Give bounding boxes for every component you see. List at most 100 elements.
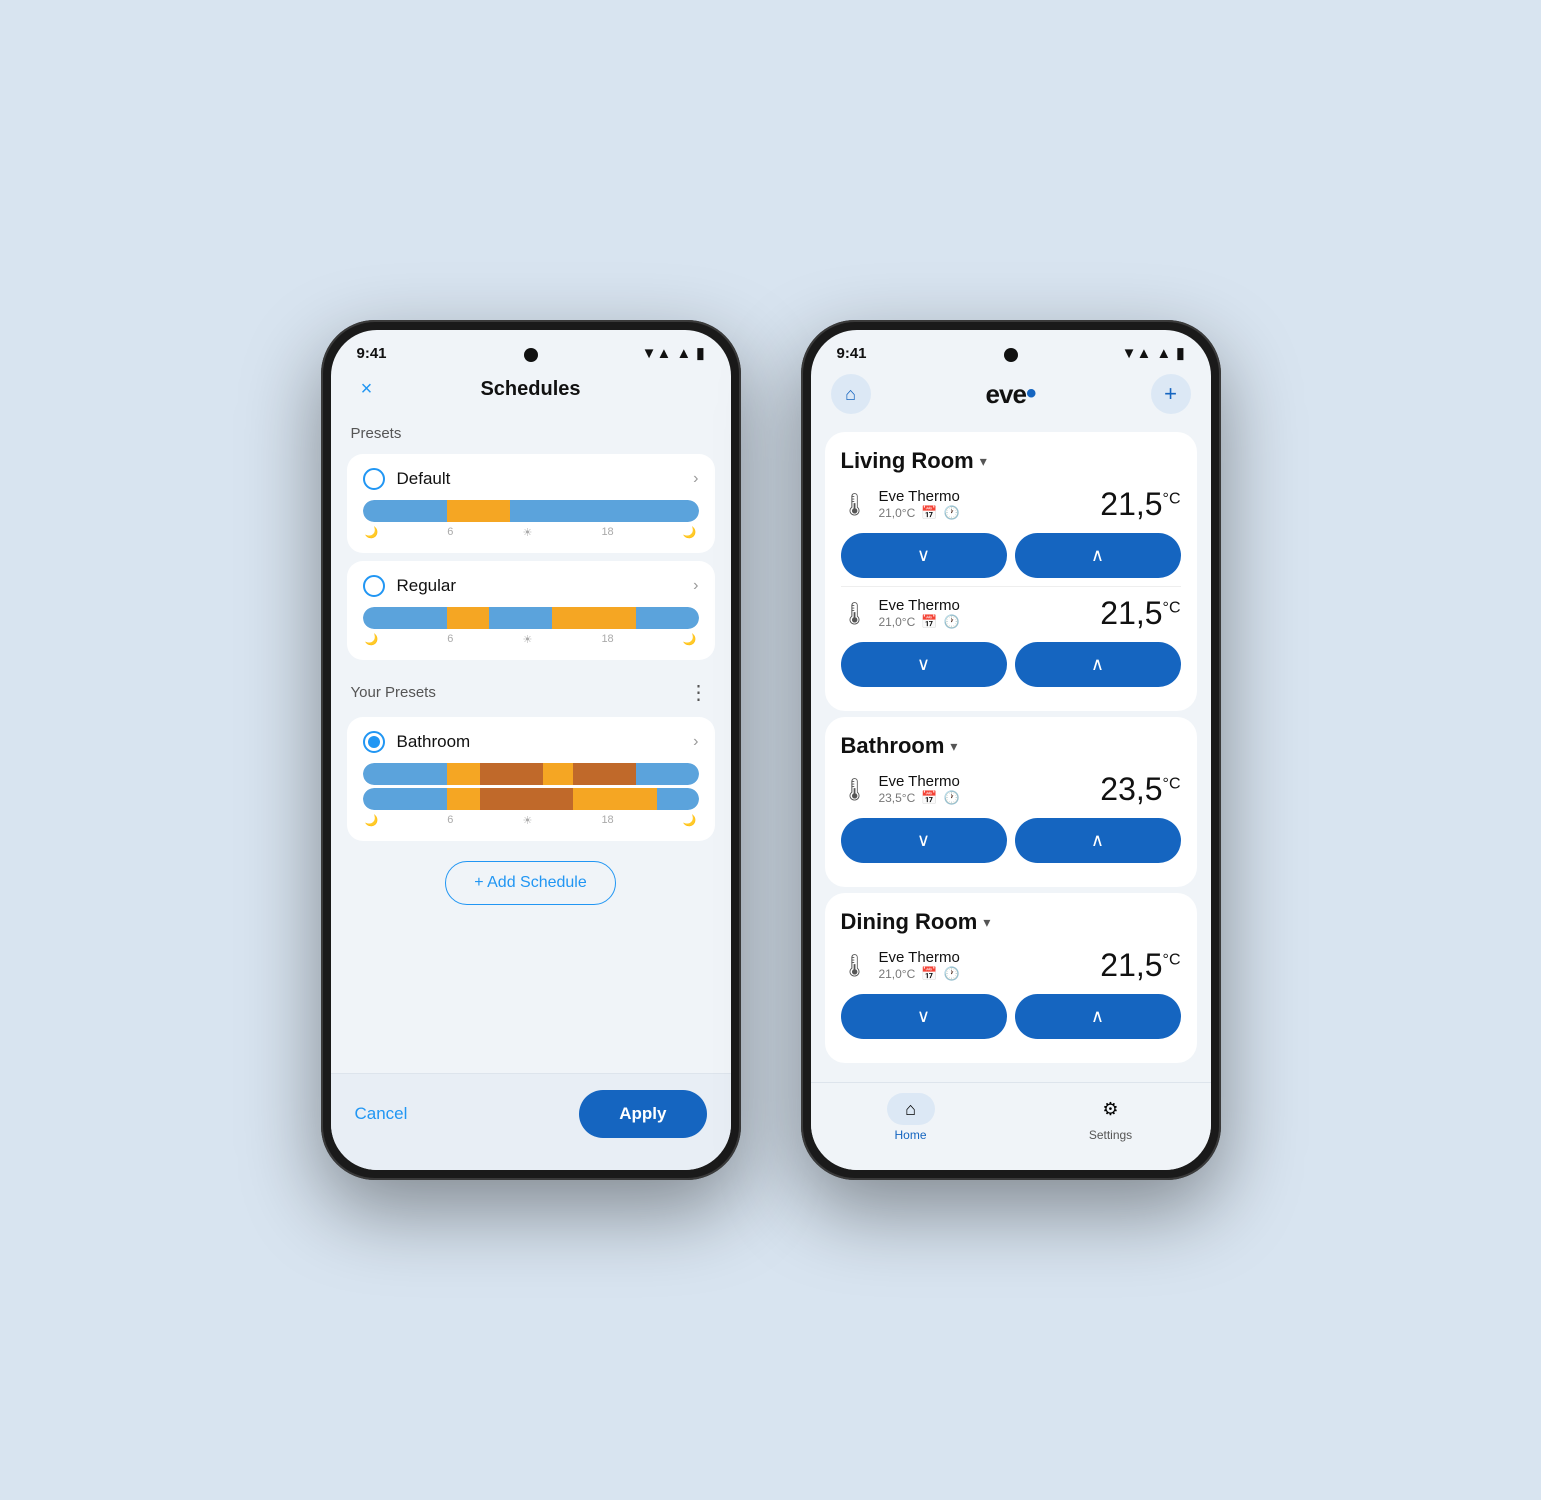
status-icons-2: ▼▲ ▲ ▮ [1122,344,1185,362]
increase-btn-living-2[interactable]: ∧ [1015,642,1181,687]
decrease-btn-dining[interactable]: ∨ [841,994,1007,1039]
bathroom-chevron[interactable]: ▾ [950,738,957,755]
divider-living [841,586,1181,587]
thermo-sub-temp-dining: 21,0°C [878,967,915,981]
thermo-sub-temp-bathroom: 23,5°C [878,791,915,805]
bathroom-title: Bathroom [841,733,945,759]
add-schedule-label: + Add Schedule [474,874,587,892]
thermo-sub-living-1: 21,0°C 📅 🕐 [878,505,959,521]
close-button[interactable]: × [351,374,383,406]
your-presets-header: Your Presets ⋮ [331,664,731,713]
preset-bathroom-name: Bathroom [397,732,471,752]
thermo-dining: 🌡 Eve Thermo 21,0°C 📅 🕐 21,5°C [841,947,1181,984]
decrease-btn-living-2[interactable]: ∨ [841,642,1007,687]
calendar-icon-living-2: 📅 [921,614,937,630]
time-1: 9:41 [357,345,387,362]
time-2: 9:41 [837,345,867,362]
signal-icon: ▲ [676,345,691,362]
wifi-icon: ▼▲ [642,345,672,362]
eve-logo: eve• [986,377,1036,411]
apply-button[interactable]: Apply [579,1090,706,1138]
nav-home-icon-wrap: ⌂ [887,1093,935,1125]
preset-bathroom[interactable]: Bathroom › [347,717,715,841]
thermo-icon-bathroom: 🌡 [841,777,869,803]
living-room-title: Living Room [841,448,974,474]
eve-home-button[interactable]: ⌂ [831,374,871,414]
thermo-name-living-1: Eve Thermo [878,488,959,505]
room-bathroom: Bathroom ▾ 🌡 Eve Thermo 23,5°C 📅 🕐 [825,717,1197,887]
schedule-bar-regular [363,607,699,629]
status-icons-1: ▼▲ ▲ ▮ [642,344,705,362]
increase-btn-dining[interactable]: ∧ [1015,994,1181,1039]
eve-logo-dot: • [1026,377,1036,410]
thermo-bathroom: 🌡 Eve Thermo 23,5°C 📅 🕐 23,5°C [841,771,1181,808]
clock-icon-living-1: 🕐 [943,505,959,521]
eve-add-button[interactable]: + [1151,374,1191,414]
thermo-temp-bathroom: 23,5°C [1100,771,1180,808]
room-dining-room: Dining Room ▾ 🌡 Eve Thermo 21,0°C 📅 🕐 [825,893,1197,1063]
thermo-sub-living-2: 21,0°C 📅 🕐 [878,614,959,630]
calendar-icon-living-1: 📅 [921,505,937,521]
thermo-temp-living-2: 21,5°C [1100,595,1180,632]
clock-icon-dining: 🕐 [943,966,959,982]
phone-schedules: 9:41 ▼▲ ▲ ▮ × Schedules Presets [321,320,741,1180]
dots-menu[interactable]: ⋮ [689,680,711,705]
battery-icon: ▮ [696,344,704,362]
control-btns-living-2: ∨ ∧ [841,642,1181,687]
increase-btn-living-1[interactable]: ∧ [1015,533,1181,578]
room-living-room: Living Room ▾ 🌡 Eve Thermo 21,0°C 📅 🕐 [825,432,1197,711]
schedule-bar-bathroom-2 [363,788,699,810]
schedule-bar-default [363,500,699,522]
presets-label: Presets [331,417,731,450]
thermo-temp-dining: 21,5°C [1100,947,1180,984]
decrease-btn-bathroom[interactable]: ∨ [841,818,1007,863]
radio-bathroom[interactable] [363,731,385,753]
dining-room-chevron[interactable]: ▾ [983,914,990,931]
thermo-icon-living-1: 🌡 [841,492,869,518]
clock-icon-living-2: 🕐 [943,614,959,630]
schedules-header: × Schedules [331,366,731,417]
nav-home[interactable]: ⌂ Home [887,1093,935,1142]
thermo-living-2: 🌡 Eve Thermo 21,0°C 📅 🕐 21,5°C [841,595,1181,632]
thermo-name-bathroom: Eve Thermo [878,773,959,790]
control-btns-living-1: ∨ ∧ [841,533,1181,578]
nav-settings-icon-wrap: ⚙ [1087,1093,1135,1125]
time-labels-regular: 🌙 6 ☀ 18 🌙 [363,631,699,646]
eve-header: ⌂ eve• + [811,366,1211,426]
your-presets-label: Your Presets [351,684,436,701]
thermo-icon-living-2: 🌡 [841,601,869,627]
thermo-sub-temp-living-1: 21,0°C [878,506,915,520]
schedules-title: Schedules [480,378,580,401]
add-schedule-button[interactable]: + Add Schedule [445,861,616,905]
eve-content: Living Room ▾ 🌡 Eve Thermo 21,0°C 📅 🕐 [811,426,1211,1160]
preset-default[interactable]: Default › 🌙 6 ☀ 18 [347,454,715,553]
schedule-bar-bathroom-1 [363,763,699,785]
cancel-button[interactable]: Cancel [355,1104,408,1124]
nav-home-icon: ⌂ [905,1099,916,1120]
preset-regular-name: Regular [397,576,457,596]
radio-regular[interactable] [363,575,385,597]
home-icon: ⌂ [845,384,856,405]
wifi-icon-2: ▼▲ [1122,345,1152,362]
chevron-bathroom: › [693,733,698,751]
increase-btn-bathroom[interactable]: ∧ [1015,818,1181,863]
preset-regular[interactable]: Regular › 🌙 6 ☀ [347,561,715,660]
phone-eve: 9:41 ▼▲ ▲ ▮ ⌂ eve• + Living Ro [801,320,1221,1180]
thermo-temp-living-1: 21,5°C [1100,486,1180,523]
thermo-sub-temp-living-2: 21,0°C [878,615,915,629]
camera [524,348,538,362]
signal-icon-2: ▲ [1156,345,1171,362]
chevron-default: › [693,470,698,488]
clock-icon-bathroom: 🕐 [943,790,959,806]
schedules-bottom: Cancel Apply [331,1073,731,1170]
radio-default[interactable] [363,468,385,490]
nav-settings-icon: ⚙ [1102,1099,1118,1120]
battery-icon-2: ▮ [1176,344,1184,362]
thermo-sub-dining: 21,0°C 📅 🕐 [878,966,959,982]
living-room-chevron[interactable]: ▾ [980,453,987,470]
calendar-icon-dining: 📅 [921,966,937,982]
preset-default-name: Default [397,469,451,489]
decrease-btn-living-1[interactable]: ∨ [841,533,1007,578]
radio-inner-bathroom [368,736,380,748]
nav-settings[interactable]: ⚙ Settings [1087,1093,1135,1142]
